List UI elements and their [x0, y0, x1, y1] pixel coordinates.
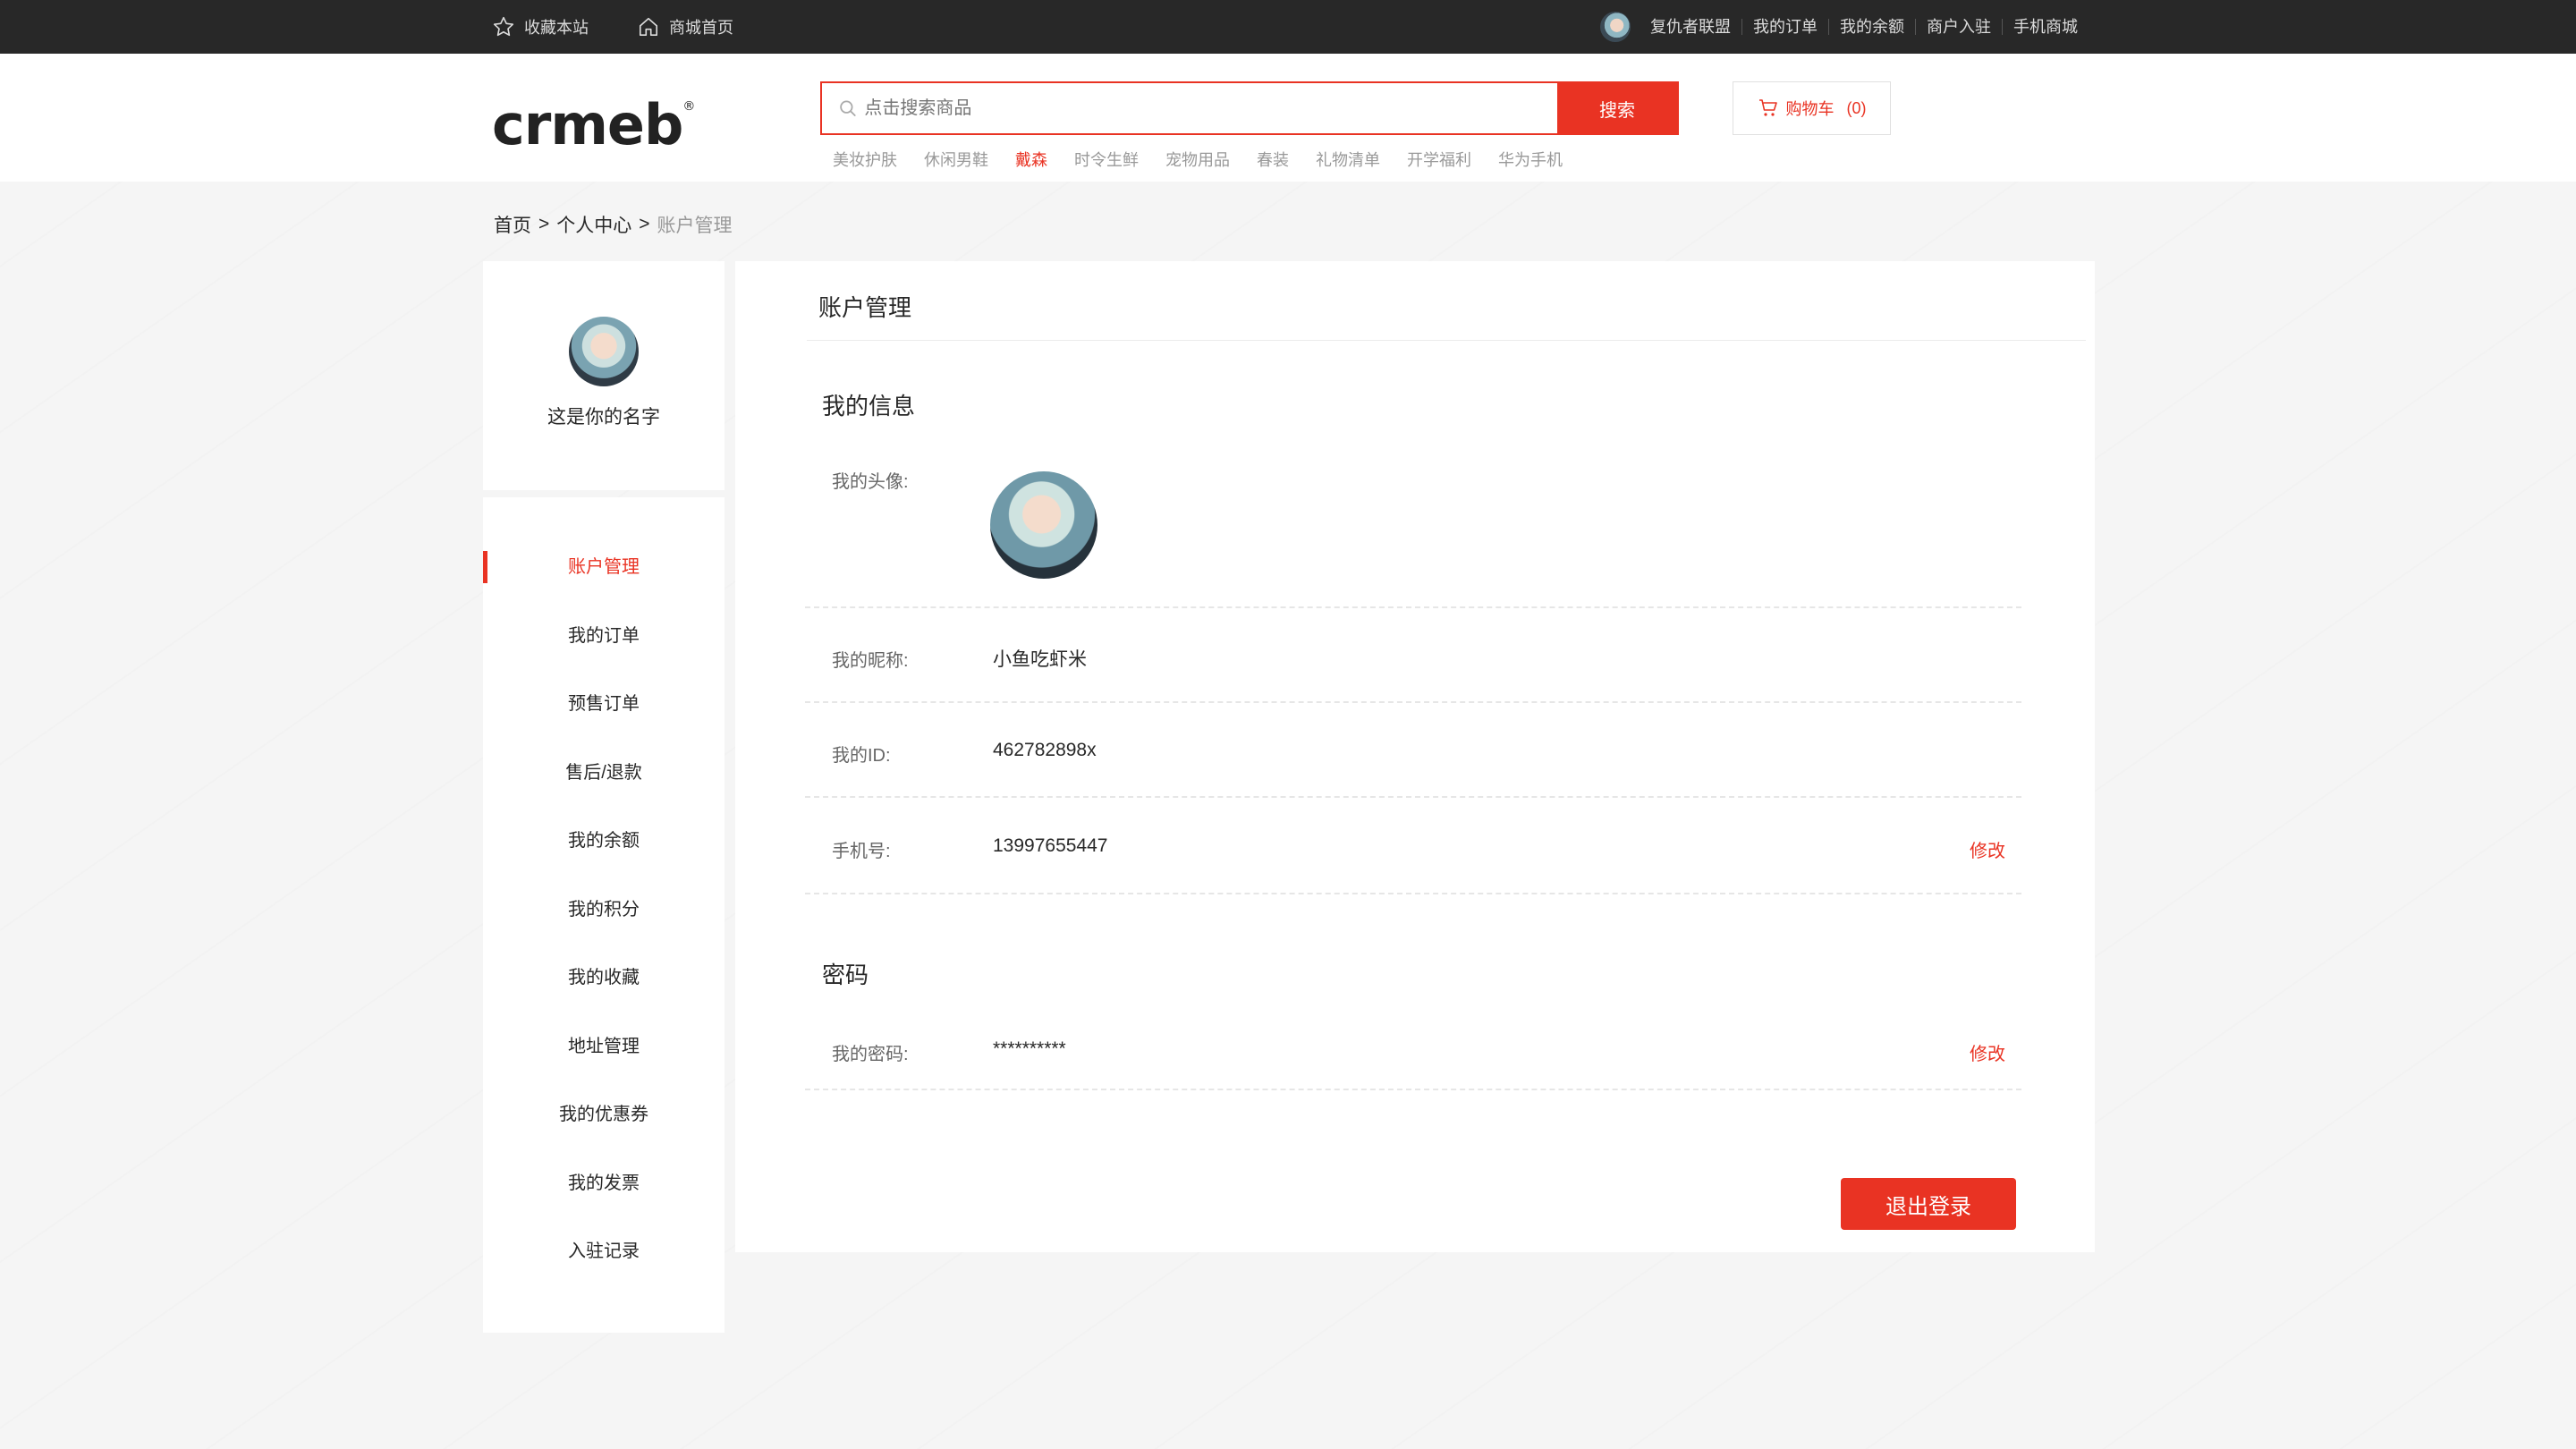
breadcrumb-center[interactable]: 个人中心	[556, 211, 631, 238]
cart-count: (0)	[1846, 98, 1867, 117]
sidebar-item-points[interactable]: 我的积分	[483, 892, 724, 928]
hotword-item[interactable]: 开学福利	[1407, 148, 1471, 171]
header: crmeb® 搜索 美妆护肤 休闲男鞋 戴森 时令生鲜 宠物用品 春装 礼物清单…	[0, 54, 2576, 182]
sidebar-item-presale[interactable]: 预售订单	[483, 686, 724, 722]
merchant-join-link[interactable]: 商户入驻	[1915, 19, 2002, 35]
favorite-site-label: 收藏本站	[524, 19, 589, 37]
mobile-mall-link[interactable]: 手机商城	[2002, 19, 2089, 35]
hotword-item[interactable]: 时令生鲜	[1074, 148, 1139, 171]
edit-password-link[interactable]: 修改	[1970, 1039, 2005, 1065]
logo-registered-mark: ®	[682, 99, 695, 114]
avatar-label: 我的头像:	[832, 472, 909, 492]
hotword-item[interactable]: 宠物用品	[1165, 148, 1230, 171]
sidebar-menu: 账户管理 我的订单 预售订单 售后/退款 我的余额 我的积分 我的收藏 地址管理…	[483, 497, 724, 1333]
phone-value: 13997655447	[993, 835, 1108, 856]
profile-username: 这是你的名字	[547, 407, 660, 428]
main-panel: 账户管理 我的信息 我的头像: 我的昵称: 小鱼吃虾米 我的ID: 462782…	[735, 261, 2095, 1252]
page-title: 账户管理	[818, 294, 912, 321]
logout-button[interactable]: 退出登录	[1841, 1178, 2016, 1230]
account-avatar[interactable]	[990, 471, 1097, 579]
id-row: 我的ID: 462782898x	[805, 703, 2021, 798]
sidebar-item-account[interactable]: 账户管理	[483, 549, 724, 585]
cart-icon	[1758, 99, 1777, 116]
cart-button[interactable]: 购物车 (0)	[1733, 81, 1891, 135]
hotword-item[interactable]: 戴森	[1015, 148, 1047, 171]
user-name-link[interactable]: 复仇者联盟	[1640, 19, 1741, 35]
sidebar-item-favorites[interactable]: 我的收藏	[483, 960, 724, 996]
profile-card: 这是你的名字	[483, 261, 724, 490]
hotword-item[interactable]: 休闲男鞋	[924, 148, 988, 171]
sidebar-item-refund[interactable]: 售后/退款	[483, 755, 724, 791]
hotword-item[interactable]: 美妆护肤	[833, 148, 897, 171]
logo-text: crmeb	[492, 92, 683, 157]
sidebar-item-balance[interactable]: 我的余额	[483, 823, 724, 859]
title-divider	[807, 340, 2086, 341]
breadcrumb-current: 账户管理	[657, 216, 733, 236]
search-button[interactable]: 搜索	[1557, 83, 1677, 133]
breadcrumb-separator: >	[639, 214, 650, 234]
password-row: 我的密码: ********** 修改	[805, 1011, 2021, 1090]
my-orders-link[interactable]: 我的订单	[1741, 19, 1828, 35]
user-avatar-small[interactable]	[1600, 12, 1631, 42]
breadcrumb: 首页 > 个人中心 > 账户管理	[494, 211, 733, 238]
search-input[interactable]	[857, 97, 1557, 119]
favorite-site-link[interactable]: 收藏本站	[492, 15, 589, 38]
nickname-label: 我的昵称:	[832, 651, 909, 671]
nickname-row: 我的昵称: 小鱼吃虾米	[805, 608, 2021, 703]
profile-avatar[interactable]	[569, 317, 639, 386]
home-icon	[639, 17, 658, 37]
my-balance-link[interactable]: 我的余额	[1828, 19, 1915, 35]
hotword-item[interactable]: 华为手机	[1498, 148, 1563, 171]
password-label: 我的密码:	[832, 1045, 909, 1064]
cart-label: 购物车	[1785, 100, 1835, 118]
sidebar-item-coupons[interactable]: 我的优惠券	[483, 1097, 724, 1132]
hotword-item[interactable]: 春装	[1257, 148, 1289, 171]
phone-row: 手机号: 13997655447 修改	[805, 798, 2021, 894]
hot-search-words: 美妆护肤 休闲男鞋 戴森 时令生鲜 宠物用品 春装 礼物清单 开学福利 华为手机	[833, 148, 1589, 171]
mall-home-link[interactable]: 商城首页	[637, 15, 733, 38]
search-box: 搜索	[820, 81, 1679, 135]
hotword-item[interactable]: 礼物清单	[1316, 148, 1380, 171]
info-section-title: 我的信息	[822, 393, 916, 419]
id-value: 462782898x	[993, 740, 1097, 760]
password-value: **********	[993, 1038, 1066, 1059]
mall-home-label: 商城首页	[669, 19, 733, 37]
sidebar-item-join-record[interactable]: 入驻记录	[483, 1233, 724, 1269]
avatar-row: 我的头像:	[805, 445, 2021, 608]
password-section-title: 密码	[822, 962, 869, 988]
breadcrumb-home[interactable]: 首页	[494, 211, 531, 238]
top-bar: 收藏本站 商城首页 复仇者联盟 我的订单 我的余额 商户入驻 手机商城	[0, 0, 2576, 54]
nickname-value: 小鱼吃虾米	[993, 649, 1087, 670]
breadcrumb-separator: >	[538, 214, 550, 234]
id-label: 我的ID:	[832, 746, 891, 766]
search-icon	[840, 100, 856, 116]
edit-phone-link[interactable]: 修改	[1970, 836, 2005, 862]
star-icon	[493, 16, 514, 37]
logo[interactable]: crmeb®	[492, 92, 695, 157]
sidebar-item-address[interactable]: 地址管理	[483, 1029, 724, 1064]
sidebar-item-invoice[interactable]: 我的发票	[483, 1165, 724, 1201]
sidebar-item-orders[interactable]: 我的订单	[483, 618, 724, 654]
phone-label: 手机号:	[832, 842, 891, 861]
